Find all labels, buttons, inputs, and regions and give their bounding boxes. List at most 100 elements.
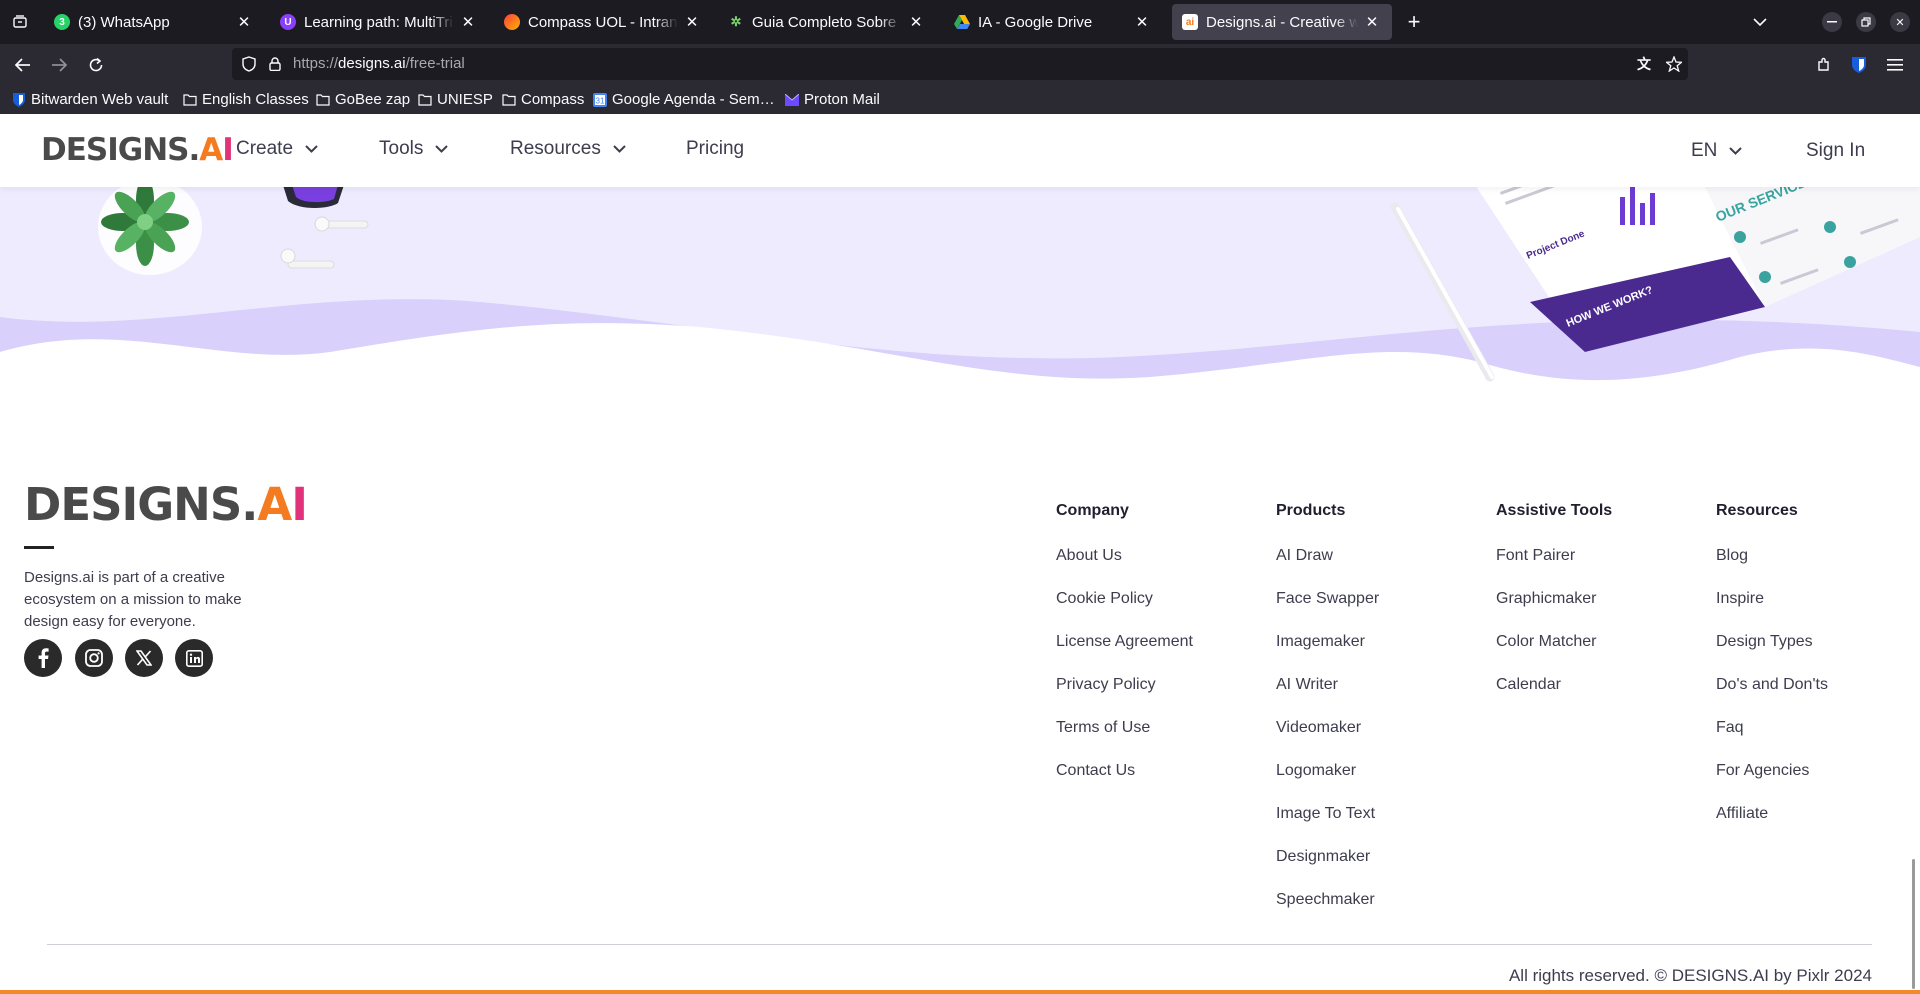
tab-designs-ai[interactable]: ai Designs.ai - Creative work ✕ <box>1172 4 1392 40</box>
nav-resources[interactable]: Resources <box>510 138 626 160</box>
footer-link-graphicmaker[interactable]: Graphicmaker <box>1496 589 1612 632</box>
site-header: DESIGNS. AI Create Tools Resources Prici… <box>0 114 1920 187</box>
back-icon[interactable] <box>12 54 34 76</box>
bitwarden-extension-icon[interactable] <box>1848 54 1870 76</box>
bookmark-uniesp[interactable]: UNIESP <box>418 89 493 110</box>
footer-link-image-to-text[interactable]: Image To Text <box>1276 804 1379 847</box>
extensions-icon[interactable] <box>1813 54 1835 76</box>
minimize-icon[interactable] <box>1822 12 1842 32</box>
column-title: Company <box>1056 502 1129 519</box>
chevron-down-icon <box>1729 147 1743 155</box>
language-label: EN <box>1691 140 1718 161</box>
footer-link-speechmaker[interactable]: Speechmaker <box>1276 890 1379 933</box>
nav-pricing-label: Pricing <box>686 138 745 159</box>
new-tab-icon[interactable]: + <box>1404 9 1424 34</box>
close-icon[interactable]: ✕ <box>1132 13 1152 31</box>
footer-link-contact-us[interactable]: Contact Us <box>1056 761 1193 804</box>
footer-link-imagemaker[interactable]: Imagemaker <box>1276 632 1379 675</box>
bookmark-google-agenda[interactable]: 31 Google Agenda - Sem… <box>593 89 775 110</box>
footer-link-affiliate[interactable]: Affiliate <box>1716 804 1828 847</box>
footer-link-calendar[interactable]: Calendar <box>1496 675 1612 718</box>
column-title: Assistive Tools <box>1496 502 1613 519</box>
nav-pricing[interactable]: Pricing <box>686 138 744 160</box>
language-selector[interactable]: EN <box>1691 140 1743 162</box>
nav-tools[interactable]: Tools <box>379 138 449 160</box>
restore-icon[interactable] <box>1856 12 1876 32</box>
tab-whatsapp[interactable]: 3 (3) WhatsApp ✕ <box>44 4 264 40</box>
bookmark-star-icon[interactable] <box>1664 54 1684 74</box>
bookmark-english-classes[interactable]: English Classes <box>183 89 309 110</box>
footer-link-terms-of-use[interactable]: Terms of Use <box>1056 718 1193 761</box>
footer-column-products: Products AI Draw Face Swapper Imagemaker… <box>1276 502 1379 933</box>
bookmark-label: GoBee zap <box>335 91 411 108</box>
column-title: Resources <box>1716 502 1798 519</box>
list-all-tabs-icon[interactable] <box>1750 12 1770 32</box>
footer-link-dos-and-donts[interactable]: Do's and Don'ts <box>1716 675 1828 718</box>
footer-link-blog[interactable]: Blog <box>1716 546 1828 589</box>
footer-link-cookie-policy[interactable]: Cookie Policy <box>1056 589 1193 632</box>
footer-divider <box>47 944 1872 945</box>
logo-text: DESIGNS. <box>24 478 258 531</box>
site-logo[interactable]: DESIGNS. AI <box>41 132 234 168</box>
bookmark-bitwarden[interactable]: Bitwarden Web vault <box>12 89 168 110</box>
url-text[interactable]: https://designs.ai/free-trial <box>293 55 465 72</box>
close-icon[interactable]: ✕ <box>682 13 702 31</box>
proton-mail-icon <box>785 93 799 107</box>
close-icon[interactable]: ✕ <box>906 13 926 31</box>
page-scrollbar[interactable] <box>1912 859 1915 989</box>
bookmark-gobee-zap[interactable]: GoBee zap <box>316 89 410 110</box>
accent-bottom-bar <box>0 990 1920 994</box>
tab-guia[interactable]: ✲ Guia Completo Sobre Inteligência ✕ <box>718 4 936 40</box>
footer-link-font-pairer[interactable]: Font Pairer <box>1496 546 1612 589</box>
footer-link-faq[interactable]: Faq <box>1716 718 1828 761</box>
facebook-icon[interactable] <box>24 639 62 677</box>
tab-compass[interactable]: Compass UOL - Intranet ✕ <box>494 4 712 40</box>
url-path: /free-trial <box>405 55 465 72</box>
nav-create[interactable]: Create <box>236 138 318 160</box>
tab-google-drive[interactable]: IA - Google Drive ✕ <box>944 4 1162 40</box>
footer-link-ai-draw[interactable]: AI Draw <box>1276 546 1379 589</box>
address-bar[interactable]: https://designs.ai/free-trial 文 <box>232 48 1688 80</box>
sign-in-label: Sign In <box>1806 140 1866 161</box>
lock-icon[interactable] <box>266 55 284 73</box>
footer-link-design-types[interactable]: Design Types <box>1716 632 1828 675</box>
footer-link-color-matcher[interactable]: Color Matcher <box>1496 632 1612 675</box>
close-icon[interactable]: ✕ <box>1362 13 1382 31</box>
footer-column-company: Company About Us Cookie Policy License A… <box>1056 502 1193 804</box>
footer-link-logomaker[interactable]: Logomaker <box>1276 761 1379 804</box>
footer-link-privacy-policy[interactable]: Privacy Policy <box>1056 675 1193 718</box>
footer-link-designmaker[interactable]: Designmaker <box>1276 847 1379 890</box>
footer-link-face-swapper[interactable]: Face Swapper <box>1276 589 1379 632</box>
close-icon[interactable]: ✕ <box>234 13 254 31</box>
bookmarks-bar: Bitwarden Web vault English Classes GoBe… <box>0 85 1920 114</box>
copyright-text: All rights reserved. © DESIGNS.AI by Pix… <box>1508 966 1872 985</box>
url-host: designs.ai <box>338 55 406 72</box>
footer-link-ai-writer[interactable]: AI Writer <box>1276 675 1379 718</box>
x-icon[interactable] <box>125 639 163 677</box>
close-icon[interactable]: ✕ <box>458 13 478 31</box>
sign-in-link[interactable]: Sign In <box>1806 140 1865 162</box>
translate-icon[interactable]: 文 <box>1635 55 1653 73</box>
footer-logo[interactable]: DESIGNS. AI <box>24 478 308 531</box>
footer-link-license-agreement[interactable]: License Agreement <box>1056 632 1193 675</box>
linkedin-icon[interactable] <box>175 639 213 677</box>
bookmark-label: UNIESP <box>437 91 493 108</box>
forward-icon[interactable] <box>48 54 70 76</box>
footer-column-assistive-tools: Assistive Tools Font Pairer Graphicmaker… <box>1496 502 1612 718</box>
footer-link-videomaker[interactable]: Videomaker <box>1276 718 1379 761</box>
footer-link-for-agencies[interactable]: For Agencies <box>1716 761 1828 804</box>
browser-tab-bar: 3 (3) WhatsApp ✕ U Learning path: MultiT… <box>0 0 1920 44</box>
bookmark-compass[interactable]: Compass <box>502 89 584 110</box>
footer-column-resources: Resources Blog Inspire Design Types Do's… <box>1716 502 1828 847</box>
footer-link-inspire[interactable]: Inspire <box>1716 589 1828 632</box>
tab-overview-icon[interactable] <box>10 12 30 32</box>
tracking-protection-icon[interactable] <box>240 55 258 73</box>
reload-icon[interactable] <box>85 54 107 76</box>
instagram-icon[interactable] <box>75 639 113 677</box>
hero-illustration: Project Done HOW WE WORK? OUR SERVICES <box>0 170 1920 427</box>
bookmark-proton-mail[interactable]: Proton Mail <box>785 89 880 110</box>
close-window-icon[interactable]: ✕ <box>1890 12 1910 32</box>
footer-link-about-us[interactable]: About Us <box>1056 546 1193 589</box>
menu-icon[interactable] <box>1884 54 1906 76</box>
tab-learning-path[interactable]: U Learning path: MultiTrilhas ✕ <box>270 4 488 40</box>
